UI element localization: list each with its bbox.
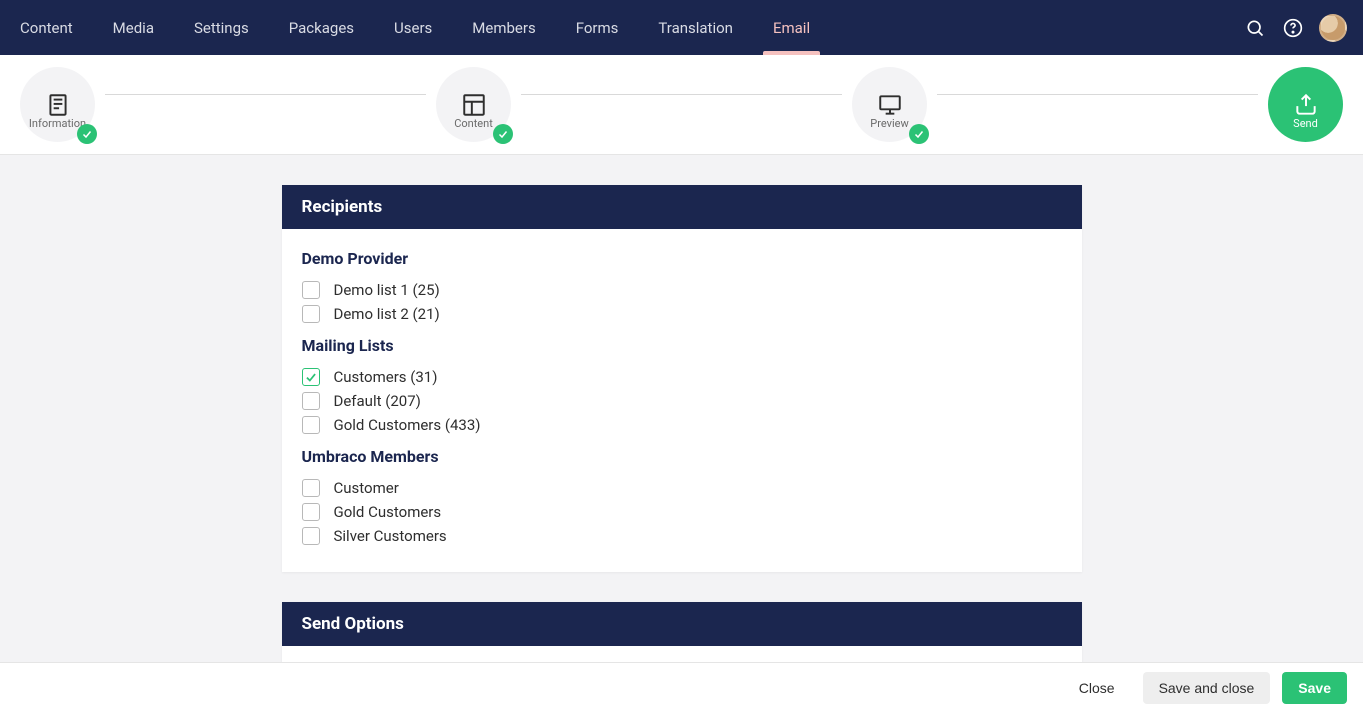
step-line bbox=[521, 94, 842, 95]
recipients-panel: Recipients Demo Provider Demo list 1 (25)… bbox=[282, 185, 1082, 572]
step-label: Preview bbox=[870, 117, 908, 130]
list-item[interactable]: Demo list 1 (25) bbox=[302, 278, 1062, 302]
save-button[interactable]: Save bbox=[1282, 672, 1347, 704]
nav-item-translation[interactable]: Translation bbox=[638, 0, 753, 55]
step-content[interactable]: Content bbox=[436, 67, 511, 142]
list-item-label: Demo list 1 (25) bbox=[334, 281, 440, 299]
list-item-label: Default (207) bbox=[334, 392, 421, 410]
checkbox[interactable] bbox=[302, 479, 320, 497]
checkbox[interactable] bbox=[302, 392, 320, 410]
send-options-panel-body bbox=[282, 646, 1082, 662]
nav-item-members[interactable]: Members bbox=[452, 0, 555, 55]
group-title: Mailing Lists bbox=[302, 336, 1062, 355]
list-item[interactable]: Silver Customers bbox=[302, 524, 1062, 548]
stepper: Information Content Preview Send bbox=[0, 55, 1363, 155]
list-item[interactable]: Customers (31) bbox=[302, 365, 1062, 389]
nav-item-label: Members bbox=[472, 19, 535, 37]
nav-item-email[interactable]: Email bbox=[753, 0, 830, 55]
nav-item-settings[interactable]: Settings bbox=[174, 0, 269, 55]
nav-right bbox=[1243, 0, 1363, 55]
check-icon bbox=[77, 124, 97, 144]
checkbox[interactable] bbox=[302, 305, 320, 323]
nav-item-label: Content bbox=[20, 19, 73, 37]
step-preview[interactable]: Preview bbox=[852, 67, 927, 142]
list-item-label: Demo list 2 (21) bbox=[334, 305, 440, 323]
nav-item-label: Translation bbox=[658, 19, 733, 37]
group-title: Umbraco Members bbox=[302, 447, 1062, 466]
user-avatar[interactable] bbox=[1319, 14, 1347, 42]
checkbox[interactable] bbox=[302, 281, 320, 299]
send-options-panel: Send Options bbox=[282, 602, 1082, 662]
nav-item-label: Settings bbox=[194, 19, 249, 37]
step-line bbox=[105, 94, 426, 95]
list-item-label: Gold Customers bbox=[334, 503, 442, 521]
checkbox[interactable] bbox=[302, 527, 320, 545]
check-icon bbox=[909, 124, 929, 144]
nav-item-packages[interactable]: Packages bbox=[269, 0, 374, 55]
save-and-close-button[interactable]: Save and close bbox=[1143, 672, 1271, 704]
step-label: Content bbox=[454, 117, 493, 130]
step-label: Send bbox=[1293, 117, 1318, 130]
checkbox[interactable] bbox=[302, 503, 320, 521]
help-icon[interactable] bbox=[1281, 16, 1305, 40]
top-nav: Content Media Settings Packages Users Members… bbox=[0, 0, 1363, 55]
close-button[interactable]: Close bbox=[1063, 672, 1131, 704]
nav-item-forms[interactable]: Forms bbox=[556, 0, 639, 55]
step-send[interactable]: Send bbox=[1268, 67, 1343, 142]
step-information[interactable]: Information bbox=[20, 67, 95, 142]
main-content: Recipients Demo Provider Demo list 1 (25)… bbox=[0, 155, 1363, 662]
outbox-icon bbox=[1268, 67, 1343, 142]
nav-item-label: Users bbox=[394, 19, 432, 37]
nav-item-content[interactable]: Content bbox=[0, 0, 93, 55]
checkbox[interactable] bbox=[302, 416, 320, 434]
step-line bbox=[937, 94, 1258, 95]
list-item-label: Silver Customers bbox=[334, 527, 447, 545]
list-item-label: Gold Customers (433) bbox=[334, 416, 481, 434]
checkbox[interactable] bbox=[302, 368, 320, 386]
nav-items: Content Media Settings Packages Users Members… bbox=[0, 0, 830, 55]
send-options-panel-header: Send Options bbox=[282, 602, 1082, 646]
nav-item-label: Email bbox=[773, 19, 810, 37]
recipients-panel-body: Demo Provider Demo list 1 (25) Demo list 2… bbox=[282, 229, 1082, 572]
nav-item-users[interactable]: Users bbox=[374, 0, 452, 55]
search-icon[interactable] bbox=[1243, 16, 1267, 40]
list-item[interactable]: Demo list 2 (21) bbox=[302, 302, 1062, 326]
list-item[interactable]: Default (207) bbox=[302, 389, 1062, 413]
nav-item-label: Packages bbox=[289, 19, 354, 37]
nav-item-label: Media bbox=[113, 19, 154, 37]
list-item[interactable]: Customer bbox=[302, 476, 1062, 500]
check-icon bbox=[493, 124, 513, 144]
list-item[interactable]: Gold Customers (433) bbox=[302, 413, 1062, 437]
footer-bar: Close Save and close Save bbox=[0, 662, 1363, 712]
list-item[interactable]: Gold Customers bbox=[302, 500, 1062, 524]
list-item-label: Customers (31) bbox=[334, 368, 438, 386]
group-title: Demo Provider bbox=[302, 249, 1062, 268]
nav-item-media[interactable]: Media bbox=[93, 0, 174, 55]
list-item-label: Customer bbox=[334, 479, 399, 497]
nav-item-label: Forms bbox=[576, 19, 619, 37]
recipients-panel-header: Recipients bbox=[282, 185, 1082, 229]
